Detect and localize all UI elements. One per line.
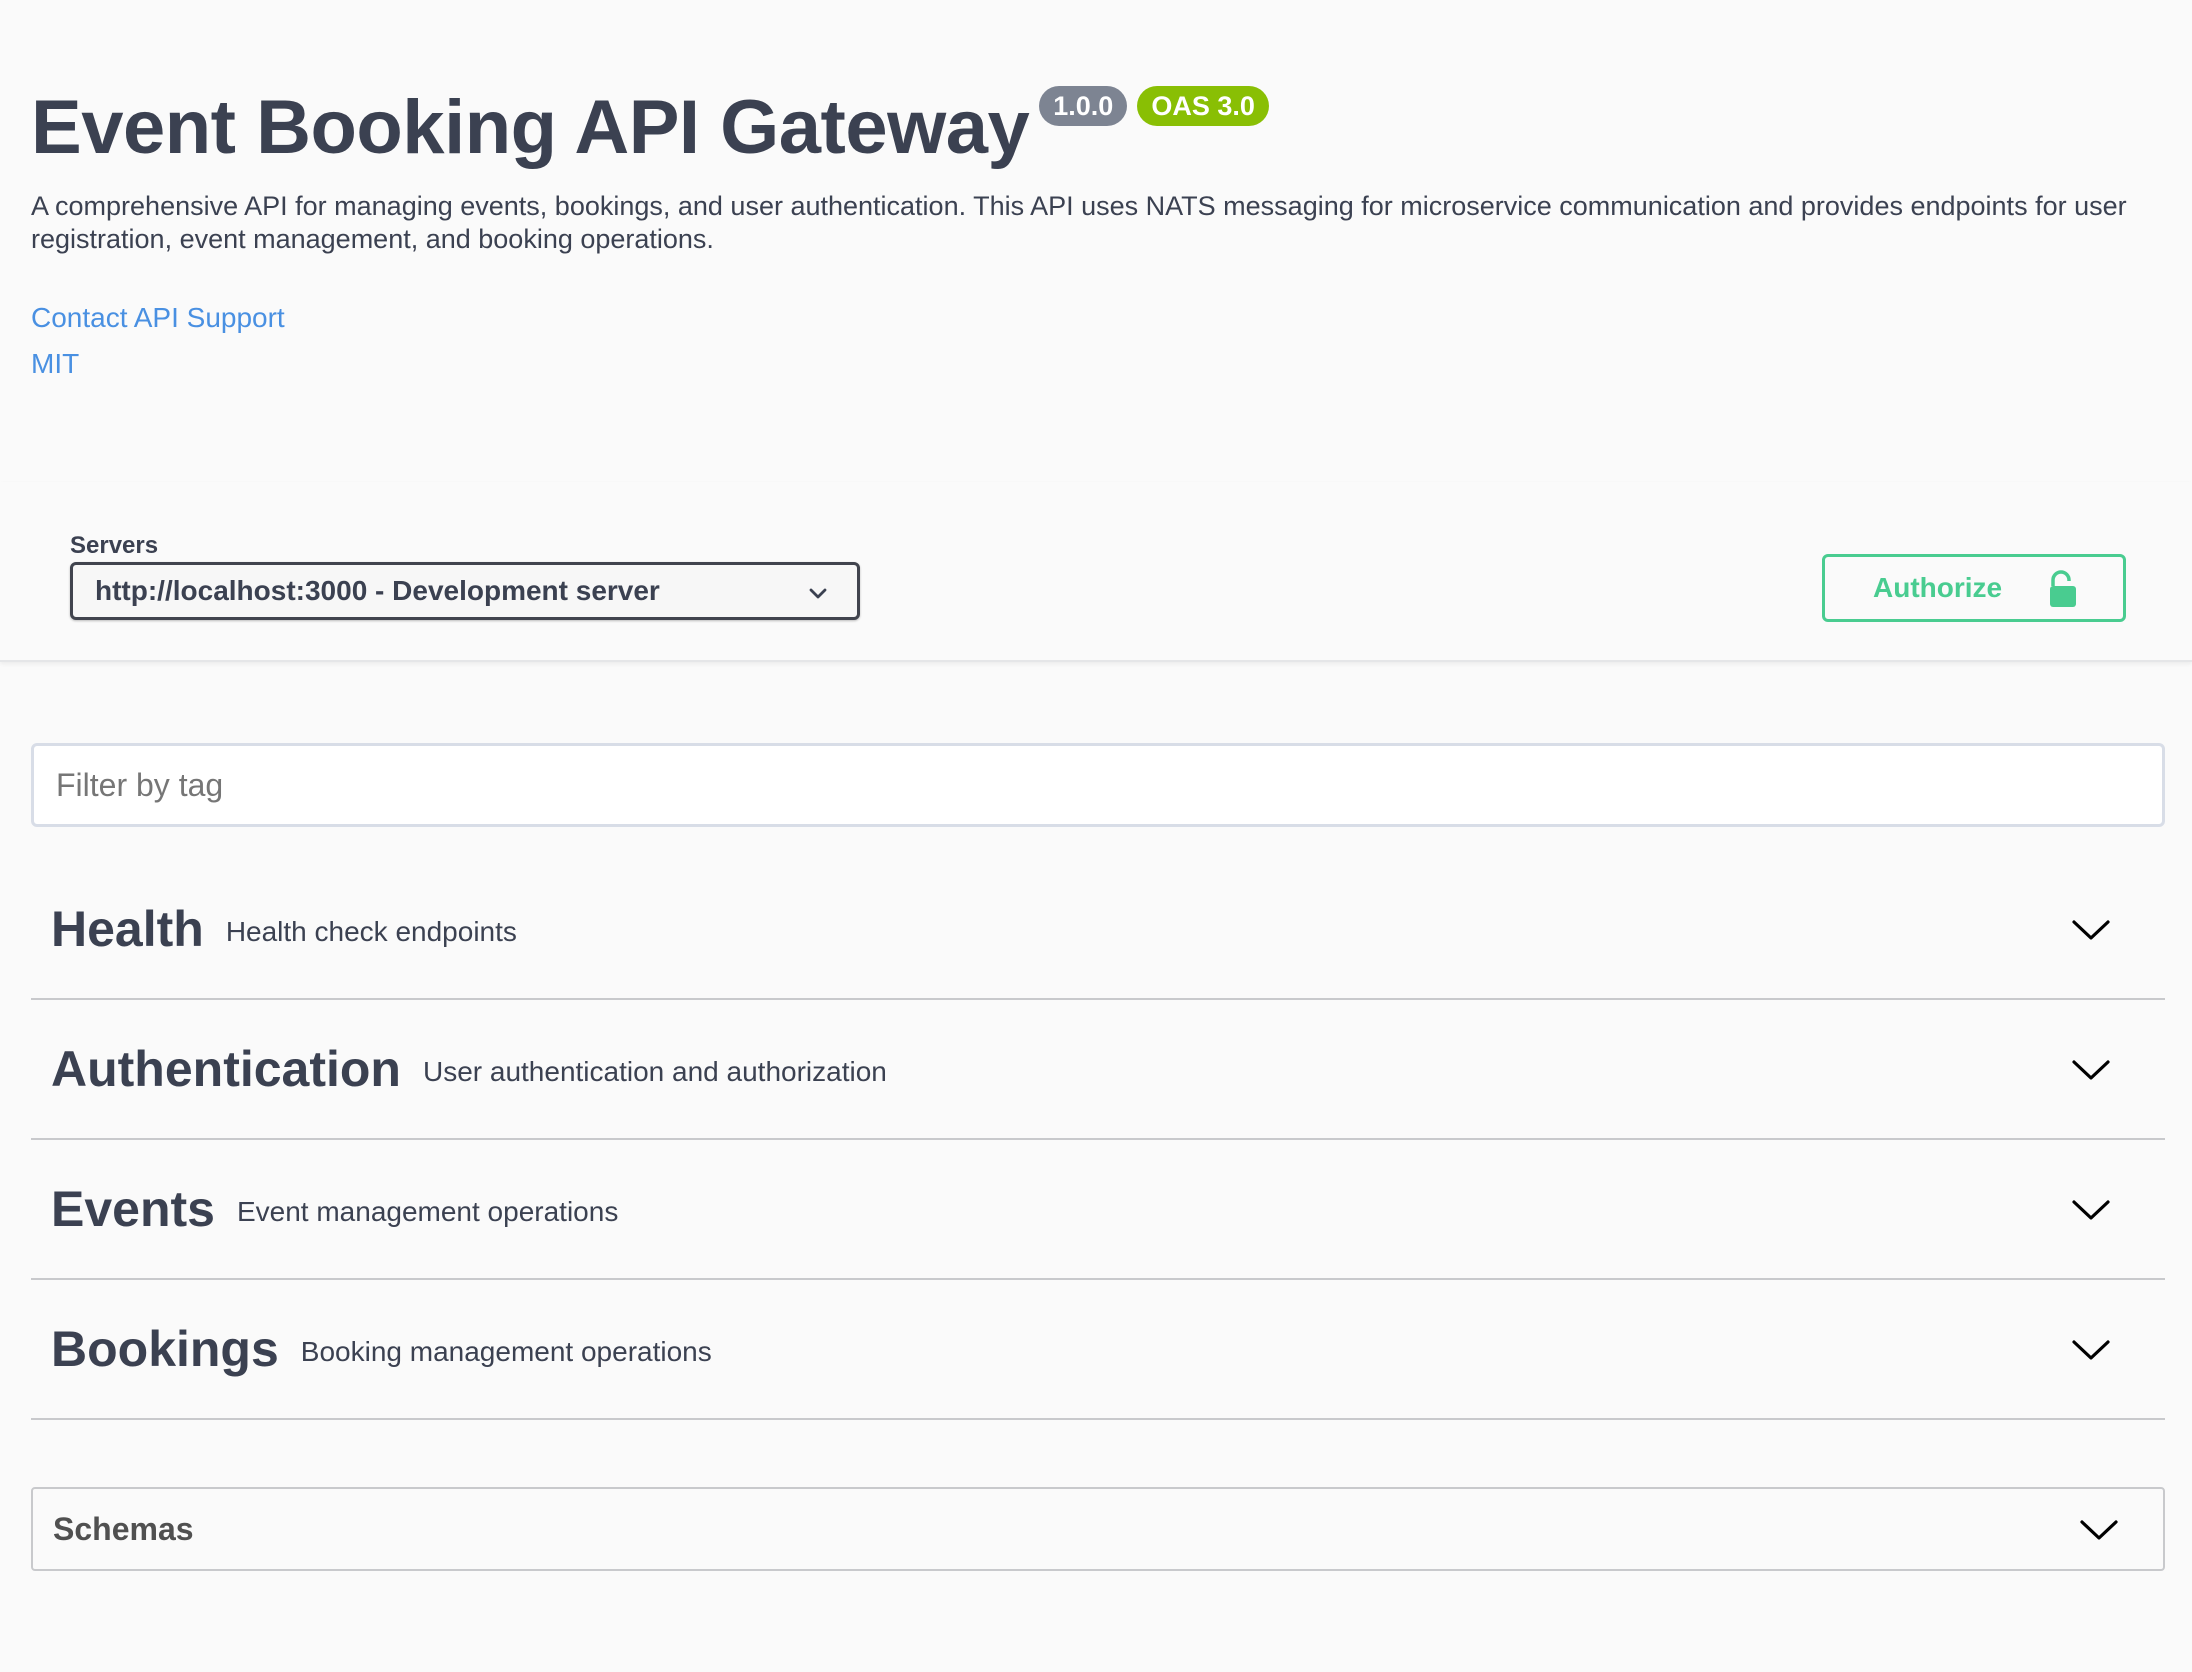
tag-description: User authentication and authorization [422,1056,887,1087]
chevron-down-icon[interactable] [2071,1197,2111,1223]
tag-name: Events [51,1181,215,1237]
api-info: Event Booking API Gateway 1.0.0 OAS 3.0 … [31,80,2171,379]
tag-section-events[interactable]: Events Event management operations [31,1140,2165,1280]
tag-description: Booking management operations [300,1336,712,1367]
api-description: A comprehensive API for managing events,… [31,191,2127,254]
unlocked-padlock-icon [2050,570,2076,607]
chevron-down-icon [809,588,827,599]
title-row: Event Booking API Gateway 1.0.0 OAS 3.0 [31,80,2171,176]
license-link[interactable]: MIT [31,348,79,380]
filter-by-tag-input[interactable] [31,743,2165,827]
version-badge: 1.0.0 [1039,86,1128,126]
server-select[interactable]: http://localhost:3000 - Development serv… [70,562,860,620]
tag-section-authentication[interactable]: Authentication User authentication and a… [31,1000,2165,1140]
chevron-down-icon[interactable] [2071,1337,2111,1363]
tag-name: Bookings [51,1321,279,1377]
contact-support-link[interactable]: Contact API Support [31,302,285,334]
tag-section-bookings[interactable]: Bookings Booking management operations [31,1280,2165,1420]
server-select-value: http://localhost:3000 - Development serv… [95,575,660,606]
authorize-button[interactable]: Authorize [1822,554,2126,622]
authorize-label: Authorize [1873,572,2003,603]
schemas-section[interactable]: Schemas [31,1487,2165,1571]
scheme-container: Servers http://localhost:3000 - Developm… [0,482,2192,662]
servers-label: Servers [70,532,159,559]
chevron-down-icon[interactable] [2079,1517,2119,1543]
schemas-label: Schemas [53,1510,194,1547]
tag-description: Event management operations [236,1196,619,1227]
tag-name: Health [51,901,204,957]
chevron-down-icon[interactable] [2071,917,2111,943]
tag-name: Authentication [51,1041,401,1097]
page-title: Event Booking API Gateway [31,85,1030,170]
oas-version-badge: OAS 3.0 [1137,86,1269,126]
chevron-down-icon[interactable] [2071,1057,2111,1083]
tag-section-health[interactable]: Health Health check endpoints [31,860,2165,1000]
tag-description: Health check endpoints [225,916,517,947]
